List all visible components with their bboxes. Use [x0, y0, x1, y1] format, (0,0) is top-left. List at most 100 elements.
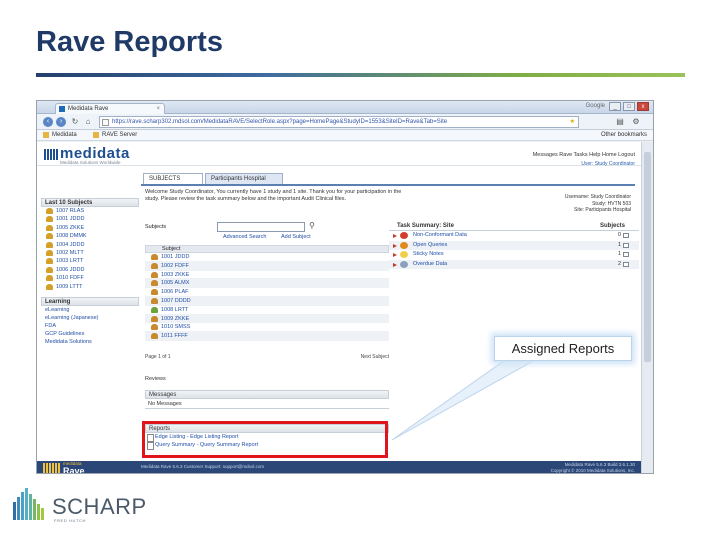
task-label: Overdue Data — [413, 260, 448, 267]
scrollbar-thumb[interactable] — [644, 152, 651, 362]
vertical-scrollbar[interactable] — [641, 142, 653, 473]
expand-arrow-icon[interactable] — [393, 234, 397, 238]
sidebar: Last 10 Subjects 1007 RLAS 1001 JDDD 1005 … — [41, 198, 139, 473]
table-row[interactable]: 1011 FFFF — [145, 332, 389, 341]
task-checkbox[interactable] — [623, 242, 629, 248]
learning-link[interactable]: eLearning — [41, 306, 139, 314]
sidebar-subject-item[interactable]: 1010 FDFF — [41, 274, 139, 282]
expand-arrow-icon[interactable] — [393, 253, 397, 257]
forward-icon[interactable]: › — [56, 117, 66, 127]
info-user: Username: Study Coordinator — [564, 194, 631, 200]
sidebar-subject-label: 1003 LRTT — [56, 258, 84, 265]
subject-icon — [46, 233, 53, 240]
tab-subjects[interactable]: SUBJECTS — [143, 173, 203, 184]
close-window-button[interactable]: x — [637, 102, 649, 111]
task-row[interactable]: Non-Conformant Data 0 — [389, 231, 639, 241]
table-row[interactable]: 1003 ZKKE — [145, 271, 389, 280]
back-icon[interactable]: ‹ — [43, 117, 53, 127]
task-checkbox[interactable] — [623, 252, 629, 257]
sidebar-subject-item[interactable]: 1006 JDDD — [41, 266, 139, 274]
learning-link[interactable]: GCP Guidelines — [41, 330, 139, 338]
tab-close-icon[interactable]: × — [156, 104, 160, 114]
table-row[interactable]: 1001 JDDD — [145, 253, 389, 262]
subject-icon — [151, 289, 158, 296]
browser-titlebar: Medidata Rave × Google _ □ x — [37, 101, 653, 114]
learning-link[interactable]: FDA — [41, 322, 139, 330]
table-row[interactable]: 1006 PLAF — [145, 288, 389, 297]
rave-logo: medidata Rave — [43, 461, 99, 473]
subject-search-input[interactable] — [217, 222, 305, 232]
table-row[interactable]: 1010 SMSS — [145, 323, 389, 333]
subject-page-info: Page 1 of 1 — [145, 354, 171, 360]
subject-table-rows: 1001 JDDD 1002 FDFF 1003 ZKKE 1005 ALMX 1006… — [145, 253, 389, 341]
bookmark-medidata[interactable]: Medidata — [43, 130, 77, 140]
task-row[interactable]: Overdue Data 2 — [389, 259, 639, 269]
table-row[interactable]: 1009 ZKKE — [145, 314, 389, 324]
subject-icon — [151, 324, 158, 331]
sidebar-subject-item[interactable]: 1003 LRTT — [41, 257, 139, 265]
sidebar-subject-item[interactable]: 1009 LTTT — [41, 283, 139, 291]
address-bar[interactable]: https://rave.scharp302.mdsol.com/Medidat… — [99, 116, 579, 128]
expand-arrow-icon[interactable] — [393, 262, 397, 267]
sidebar-subject-label: 1005 ZKKE — [56, 224, 85, 231]
rave-logo-icon — [43, 463, 61, 473]
maximize-button[interactable]: □ — [623, 102, 635, 111]
next-subject-link[interactable]: Next Subject — [361, 354, 389, 360]
task-summary-rows: Non-Conformant Data 0 Open Queries 1 Sticky … — [389, 231, 639, 269]
task-label: Sticky Notes — [413, 251, 444, 257]
sidebar-subject-item[interactable]: 1007 RLAS — [41, 207, 139, 215]
bookmark-rave-server[interactable]: RAVE Server — [93, 130, 137, 140]
search-icon[interactable]: ⚲ — [309, 221, 315, 230]
table-row[interactable]: 1007 DDDD — [145, 296, 389, 306]
sidebar-subject-item[interactable]: 1002 MLTT — [41, 249, 139, 257]
subject-icon — [151, 297, 158, 304]
footer-copyright: Copyright © 2010 Medidata Solutions, Inc… — [550, 468, 635, 473]
page-menu-icon[interactable]: ▤ — [615, 117, 625, 127]
tools-menu-icon[interactable]: ⚙ — [631, 117, 641, 127]
sidebar-subject-label: 1006 JDDD — [56, 266, 85, 273]
learning-link[interactable]: eLearning (Japanese) — [41, 314, 139, 322]
app-header: medidata Medidata Solutions Worldwide Me… — [37, 142, 643, 167]
sidebar-subjects-header: Last 10 Subjects — [41, 198, 139, 207]
sidebar-subject-item[interactable]: 1005 ZKKE — [41, 224, 139, 232]
sidebar-subject-item[interactable]: 1008 DMMK — [41, 232, 139, 240]
reviews-label[interactable]: Reviews — [145, 376, 166, 382]
sidebar-learning-list: eLearning eLearning (Japanese) FDA GCP Guid… — [41, 306, 139, 346]
task-status-icon — [400, 251, 408, 258]
bookmark-star-icon[interactable]: ★ — [570, 117, 575, 127]
messages-body: No Messages — [145, 399, 389, 409]
subject-icon — [46, 241, 53, 248]
footer-version: Medidata Rave 5.6.3 Build 3.6.1.30 Copyr… — [550, 462, 635, 473]
subject-icon — [151, 306, 158, 313]
scharp-sub: FRED HUTCH — [54, 518, 86, 523]
task-row[interactable]: Sticky Notes 1 — [389, 250, 639, 260]
tab-site[interactable]: Participants Hospital — [205, 173, 283, 184]
task-count: 1 — [617, 241, 621, 248]
top-nav-links[interactable]: Messages Rave Tasks Help Home Logout — [533, 152, 635, 158]
minimize-button[interactable]: _ — [609, 102, 621, 111]
browser-tab[interactable]: Medidata Rave × — [55, 103, 165, 114]
task-row[interactable]: Open Queries 1 — [389, 240, 639, 250]
advanced-search-link[interactable]: Advanced Search — [223, 234, 266, 240]
task-count: 2 — [617, 260, 621, 267]
task-status-icon — [400, 241, 408, 249]
table-row[interactable]: 1002 FDFF — [145, 261, 389, 271]
sidebar-subject-item[interactable]: 1001 JDDD — [41, 215, 139, 223]
task-checkbox[interactable] — [623, 233, 629, 238]
learning-link[interactable]: Medidata Solutions — [41, 338, 139, 346]
reload-icon[interactable]: ↻ — [70, 117, 80, 127]
subject-table-header: Subject — [145, 245, 389, 253]
subject-icon — [46, 249, 53, 256]
table-row[interactable]: 1005 ALMX — [145, 279, 389, 289]
other-bookmarks[interactable]: Other bookmarks — [601, 130, 647, 140]
task-checkbox[interactable] — [623, 261, 629, 267]
subject-row-label: 1003 ZKKE — [161, 271, 190, 278]
task-summary-header: Task Summary: Site Subjects — [389, 222, 639, 231]
expand-arrow-icon[interactable] — [393, 243, 397, 248]
sidebar-subject-item[interactable]: 1004 JDDD — [41, 241, 139, 249]
table-row[interactable]: 1008 LRTT — [145, 306, 389, 315]
add-subject-link[interactable]: Add Subject — [281, 234, 311, 240]
home-icon[interactable]: ⌂ — [83, 117, 93, 127]
browser-navbar: ‹ › ↻ ⌂ https://rave.scharp302.mdsol.com… — [37, 114, 653, 130]
title-rule — [36, 73, 685, 77]
